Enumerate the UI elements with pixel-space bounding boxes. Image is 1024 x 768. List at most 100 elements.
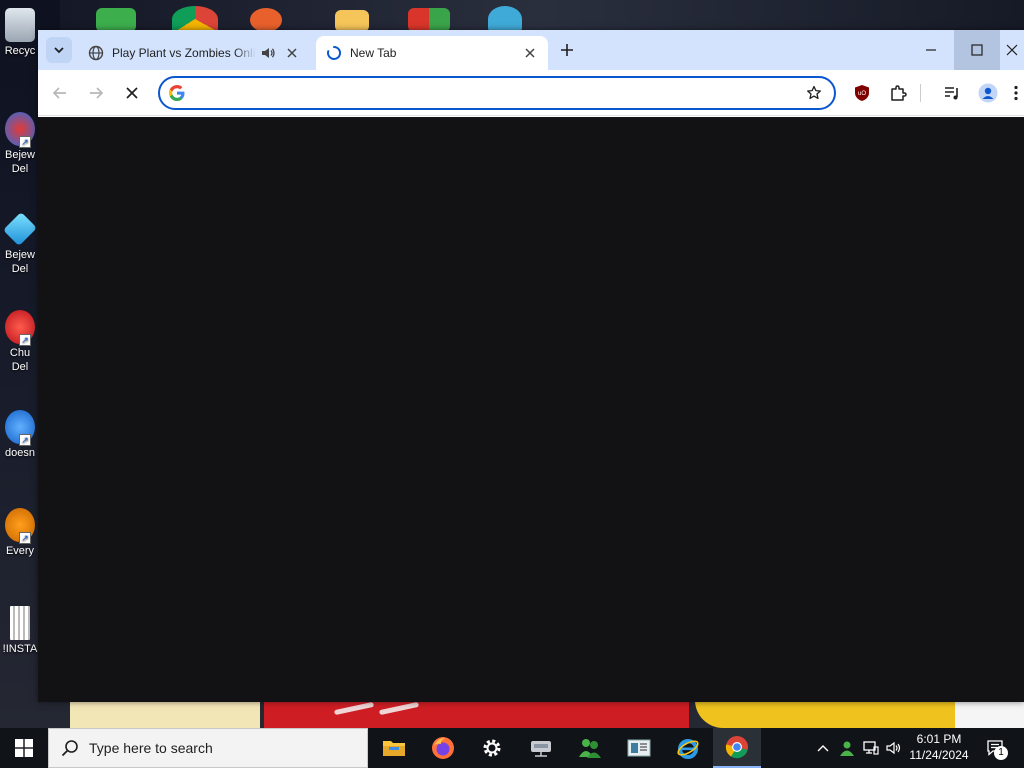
chrome-menu-button[interactable]: [1008, 81, 1024, 105]
desktop-icon-bejeweled-2[interactable]: Bejew Del: [0, 212, 40, 276]
loading-spinner-icon: [327, 45, 341, 60]
close-icon: [525, 48, 535, 58]
tab-search-button[interactable]: [46, 37, 72, 63]
users-icon: [840, 741, 854, 756]
toolbar: uO: [38, 70, 1024, 116]
speaker-icon: [886, 741, 901, 755]
taskbar-clock[interactable]: 6:01 PM 11/24/2024: [906, 731, 972, 763]
kebab-menu-icon: [1014, 85, 1018, 101]
chrome-window: Play Plant vs Zombies Online New Tab uO: [38, 30, 1024, 702]
address-bar[interactable]: [158, 76, 836, 110]
extensions-button[interactable]: [886, 81, 910, 105]
plus-icon: [561, 44, 573, 56]
shortcut-arrow-icon: ↗: [19, 532, 31, 544]
app-desktop-icon: [250, 8, 282, 32]
desktop-icon-chuzzle[interactable]: ↗ Chu Del: [0, 310, 40, 374]
desktop-icon-install[interactable]: !INSTA: [0, 606, 40, 656]
stop-loading-button[interactable]: [120, 81, 144, 105]
google-g-icon: [169, 85, 185, 101]
ublock-origin-button[interactable]: uO: [850, 81, 874, 105]
desktop-icon-bejeweled-1[interactable]: ↗ Bejew Del: [0, 112, 40, 176]
tab-plant-vs-zombies[interactable]: Play Plant vs Zombies Online: [78, 36, 310, 70]
shortcut-arrow-icon: ↗: [19, 434, 31, 446]
network-icon: [863, 741, 879, 755]
avatar-icon: [978, 83, 998, 103]
app-shortcut-icon: ↗: [5, 410, 35, 446]
desktop-icon-everything[interactable]: ↗ Every: [0, 508, 40, 558]
tray-volume[interactable]: [883, 728, 905, 768]
action-center-button[interactable]: 1: [980, 728, 1010, 768]
forward-arrow-icon: [90, 87, 104, 99]
start-button[interactable]: [0, 728, 48, 768]
maximize-button[interactable]: [954, 30, 1000, 70]
tab-strip: Play Plant vs Zombies Online New Tab: [38, 30, 1024, 70]
tab-new-tab[interactable]: New Tab: [316, 36, 548, 70]
speaker-icon[interactable]: [260, 45, 276, 61]
back-button[interactable]: [48, 81, 72, 105]
taskbar-network-drive[interactable]: [517, 728, 565, 768]
close-icon: [1006, 44, 1018, 56]
playlist-music-icon: [945, 87, 958, 100]
minimize-button[interactable]: [908, 30, 954, 70]
taskbar-file-explorer[interactable]: [370, 728, 418, 768]
everything-icon: ↗: [5, 508, 35, 544]
chevron-up-icon: [817, 745, 829, 752]
users-icon: [579, 739, 601, 758]
game-desktop-icon: [408, 8, 450, 32]
forward-button[interactable]: [84, 81, 108, 105]
windows-logo-icon: [15, 739, 33, 757]
taskbar-settings[interactable]: [468, 728, 516, 768]
tab-title: Play Plant vs Zombies Online: [112, 46, 256, 60]
minimize-icon: [926, 49, 936, 51]
bejeweled-icon: ↗: [5, 112, 35, 148]
users-app-icon: [96, 8, 136, 32]
restore-icon: [971, 44, 983, 56]
taskbar-users-app[interactable]: [566, 728, 614, 768]
shortcut-arrow-icon: ↗: [19, 136, 31, 148]
profile-button[interactable]: [976, 81, 1000, 105]
firefox-icon: [432, 737, 454, 759]
network-drive-icon: [531, 741, 551, 757]
tab-title: New Tab: [350, 46, 397, 60]
toolbar-divider: [920, 84, 921, 102]
bejeweled-gem-icon: [3, 212, 37, 246]
close-window-button[interactable]: [1000, 30, 1024, 70]
news-icon: [627, 739, 651, 757]
media-control-button[interactable]: [940, 81, 964, 105]
tab-close-button[interactable]: [284, 45, 300, 61]
taskbar: Type here to search 6:01 PM 11/24/2024 1: [0, 728, 1024, 768]
chrome-desktop-icon: [172, 6, 218, 32]
chrome-icon: [725, 736, 748, 759]
notification-count-badge: 1: [994, 746, 1008, 760]
desktop-icon-doesn[interactable]: ↗ doesn: [0, 410, 40, 460]
ublock-shield-icon: uO: [855, 85, 869, 101]
close-icon: [287, 48, 297, 58]
tray-network[interactable]: [860, 728, 882, 768]
bookmark-star-icon[interactable]: [806, 85, 822, 101]
tab-close-button[interactable]: [522, 45, 538, 61]
tray-users[interactable]: [836, 728, 858, 768]
internet-explorer-icon: [677, 739, 699, 759]
taskbar-search-box[interactable]: Type here to search: [48, 728, 368, 768]
wallpaper-bottom: [40, 700, 1024, 728]
file-explorer-icon: [383, 741, 405, 756]
desktop-icon-recycle-bin[interactable]: Recyc: [0, 8, 40, 58]
new-tab-button[interactable]: [556, 39, 578, 61]
clock-time: 6:01 PM: [916, 732, 962, 746]
svg-text:uO: uO: [858, 91, 866, 97]
taskbar-chrome[interactable]: [713, 728, 761, 768]
recycle-bin-icon: [5, 8, 35, 42]
taskbar-internet-explorer[interactable]: [664, 728, 712, 768]
document-icon: [10, 606, 30, 640]
puzzle-icon: [891, 85, 907, 101]
taskbar-news-app[interactable]: [615, 728, 663, 768]
back-arrow-icon: [52, 87, 66, 99]
chuzzle-icon: ↗: [5, 310, 35, 346]
address-input[interactable]: [194, 83, 794, 103]
search-icon: [61, 740, 78, 757]
taskbar-firefox[interactable]: [419, 728, 467, 768]
show-hidden-icons-button[interactable]: [813, 728, 833, 768]
settings-gear-icon: [483, 739, 501, 757]
chevron-down-icon: [54, 47, 64, 54]
globe-icon: [88, 45, 104, 61]
